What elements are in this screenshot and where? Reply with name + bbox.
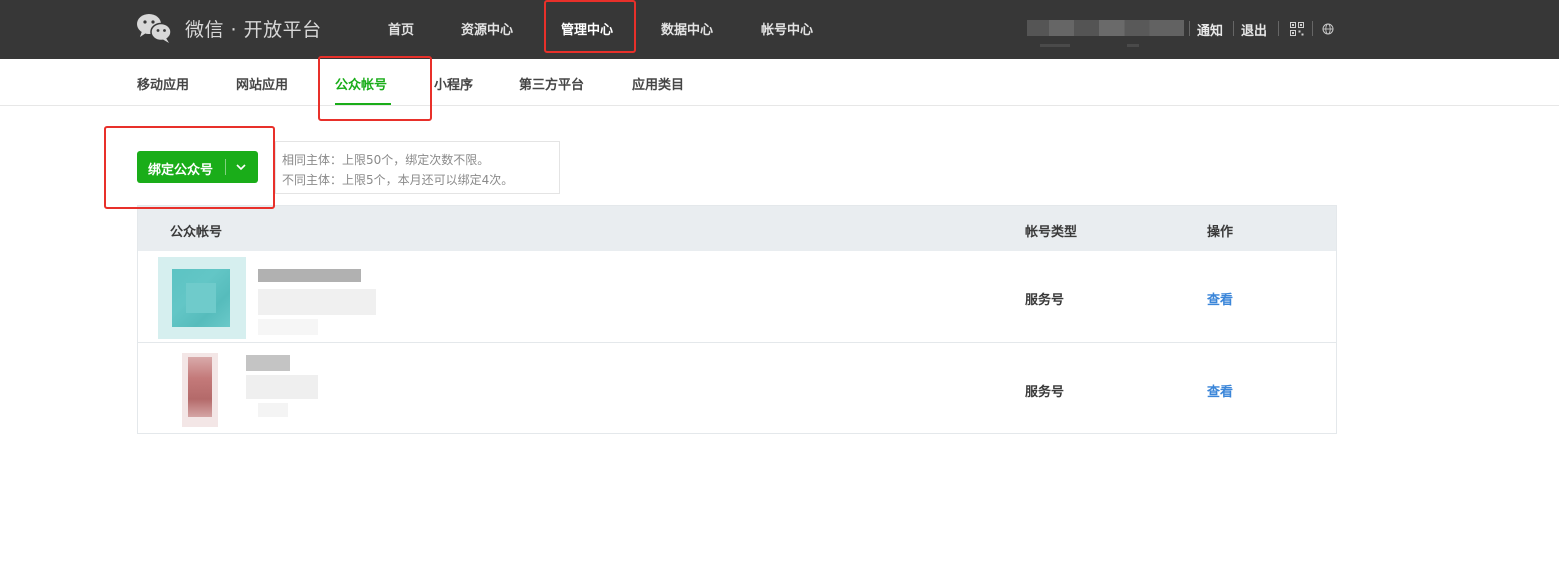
nav-data-center[interactable]: 数据中心	[661, 19, 713, 38]
account-name-redacted	[258, 403, 288, 417]
table-header: 公众帐号 帐号类型 操作	[138, 206, 1336, 251]
notify-link[interactable]: 通知	[1197, 20, 1223, 39]
table-row: 服务号 查看	[138, 251, 1336, 342]
bind-official-account-button[interactable]: 绑定公众号	[137, 151, 258, 183]
button-divider	[225, 159, 226, 175]
tab-mobile-apps[interactable]: 移动应用	[137, 74, 189, 93]
avatar-redacted	[158, 257, 246, 339]
divider	[1189, 21, 1190, 36]
nav-management-center[interactable]: 管理中心	[561, 19, 613, 38]
user-name-redacted[interactable]	[1027, 20, 1184, 36]
nav-resource-center[interactable]: 资源中心	[461, 19, 513, 38]
view-link[interactable]: 查看	[1207, 289, 1233, 308]
info-same-entity: 相同主体：上限50个，绑定次数不限。	[282, 153, 490, 167]
bind-button-label: 绑定公众号	[148, 163, 214, 178]
account-name-redacted	[258, 319, 318, 335]
divider	[1233, 21, 1234, 36]
tab-mini-programs[interactable]: 小程序	[434, 74, 473, 93]
redaction-mark	[1127, 44, 1139, 47]
tab-app-categories[interactable]: 应用类目	[632, 74, 684, 93]
tab-third-party-platform[interactable]: 第三方平台	[519, 74, 584, 93]
divider	[1278, 21, 1279, 36]
official-accounts-table: 公众帐号 帐号类型 操作 服务号 查看 服务号 查看	[137, 205, 1337, 434]
divider	[1312, 21, 1313, 36]
column-header-type: 帐号类型	[1025, 225, 1078, 240]
globe-icon[interactable]	[1322, 23, 1334, 35]
binding-limit-info: 相同主体：上限50个，绑定次数不限。 不同主体：上限5个，本月还可以绑定4次。	[275, 141, 560, 194]
wechat-logo-icon[interactable]	[136, 12, 172, 44]
avatar-redacted	[182, 353, 218, 427]
active-tab-indicator	[335, 103, 391, 105]
nav-home[interactable]: 首页	[388, 19, 414, 38]
logout-link[interactable]: 退出	[1241, 20, 1267, 39]
nav-account-center[interactable]: 帐号中心	[761, 19, 813, 38]
sub-navigation: 移动应用 网站应用 公众帐号 小程序 第三方平台 应用类目	[0, 59, 1559, 106]
account-name-redacted	[246, 355, 290, 371]
chevron-down-icon[interactable]	[235, 161, 247, 173]
redaction-mark	[1040, 44, 1070, 47]
logo-text[interactable]: 微信 · 开放平台	[185, 15, 322, 42]
column-header-account: 公众帐号	[170, 225, 223, 240]
tab-website-apps[interactable]: 网站应用	[236, 74, 288, 93]
qrcode-icon[interactable]	[1290, 22, 1304, 36]
tab-official-accounts[interactable]: 公众帐号	[335, 74, 387, 93]
account-name-redacted	[258, 289, 376, 315]
account-name-redacted	[246, 375, 318, 399]
info-different-entity: 不同主体：上限5个，本月还可以绑定4次。	[282, 173, 514, 187]
account-type: 服务号	[1025, 293, 1065, 308]
top-navigation-bar: 微信 · 开放平台 首页 资源中心 管理中心 数据中心 帐号中心 通知 退出	[0, 0, 1559, 59]
column-header-action: 操作	[1207, 225, 1234, 240]
account-type: 服务号	[1025, 385, 1065, 400]
table-row: 服务号 查看	[138, 342, 1336, 434]
account-name-redacted	[258, 269, 361, 282]
view-link[interactable]: 查看	[1207, 381, 1233, 400]
